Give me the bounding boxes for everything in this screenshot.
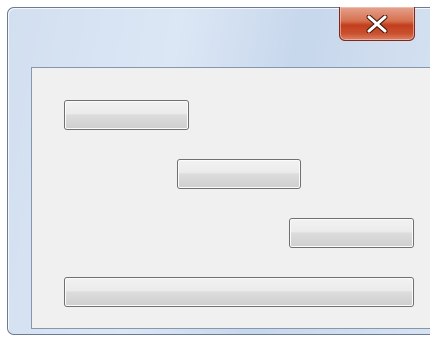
button-3[interactable] — [289, 218, 414, 248]
button-2[interactable] — [177, 159, 301, 189]
close-x-icon — [366, 14, 388, 33]
button-1[interactable] — [64, 100, 189, 130]
dialog-window — [7, 7, 430, 335]
close-button[interactable] — [339, 7, 415, 41]
client-area — [31, 67, 430, 329]
wide-button[interactable] — [64, 277, 414, 307]
title-bar[interactable] — [8, 7, 430, 60]
